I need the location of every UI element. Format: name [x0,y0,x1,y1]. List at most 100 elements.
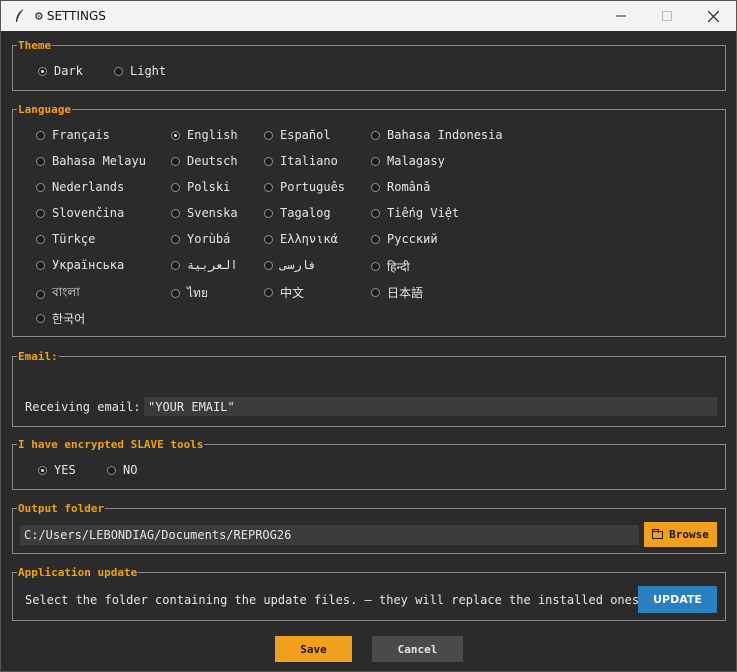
language-option[interactable]: Tiếng Việt [371,206,459,220]
slave-tools-option-yes[interactable]: YES [38,463,76,477]
radio-label: NO [123,463,138,477]
close-button[interactable] [690,1,736,31]
maximize-button[interactable] [644,1,690,31]
language-option[interactable]: Română [371,180,430,194]
radio-label: Română [387,180,431,194]
radio-selected-icon [171,130,180,140]
language-option[interactable]: Русский [371,232,438,246]
language-option[interactable]: Italiano [264,154,338,168]
update-legend: Application update [18,566,138,579]
window-title: SETTINGS [46,9,106,23]
minimize-button[interactable] [598,1,644,31]
language-option[interactable]: Bahasa Melayu [36,154,146,168]
language-option[interactable]: Ελληνικά [264,232,338,246]
radio-label: हिन्दी [387,260,410,274]
language-option[interactable]: Türkçe [36,232,95,246]
language-option[interactable]: العربية [171,258,238,272]
radio-icon [171,260,180,270]
language-option[interactable]: Español [264,128,331,142]
radio-label: Malagasy [387,154,445,168]
radio-icon [371,130,380,140]
language-option[interactable]: Slovenčina [36,206,124,220]
radio-icon [107,465,116,475]
language-option[interactable]: 中文 [264,284,304,301]
radio-icon [371,262,380,271]
cancel-button[interactable]: Cancel [372,636,463,662]
radio-selected-icon [38,66,47,76]
radio-label: Français [52,128,110,142]
browse-button[interactable]: Browse [644,522,717,547]
radio-label: ไทย [187,286,208,300]
language-option[interactable]: Bahasa Indonesia [371,128,503,142]
radio-label: Italiano [280,154,338,168]
radio-icon [264,208,273,218]
radio-icon [36,314,45,323]
language-option[interactable]: Polski [171,180,230,194]
radio-icon [36,182,45,192]
close-icon [707,10,719,22]
language-option[interactable]: English [171,128,238,142]
feather-icon [7,8,33,24]
radio-label: Dark [54,64,83,78]
radio-icon [264,182,273,192]
radio-label: 日本語 [387,286,424,300]
radio-label: Tiếng Việt [387,206,460,220]
radio-icon [264,260,273,270]
email-input[interactable]: "YOUR EMAIL" [144,397,717,416]
title-bar[interactable]: ⚙ SETTINGS [1,1,736,31]
maximize-icon [662,11,672,21]
radio-icon [371,156,380,166]
radio-label: Light [130,64,167,78]
radio-label: Bahasa Melayu [52,154,146,168]
language-option[interactable]: Deutsch [171,154,238,168]
language-option[interactable]: 한국어 [36,310,85,327]
email-legend: Email: [18,350,58,363]
radio-label: Svenska [187,206,238,220]
language-option[interactable]: Yorùbá [171,232,230,246]
radio-icon [371,208,380,218]
language-option[interactable]: Svenska [171,206,238,220]
radio-icon [36,289,45,299]
language-option[interactable]: Malagasy [371,154,445,168]
output-folder-input[interactable]: C:/Users/LEBONDIAG/Documents/REPROG26 [20,525,639,545]
radio-label: Slovenčina [52,206,125,220]
minimize-icon [616,15,626,17]
language-option[interactable]: 日本語 [371,284,423,301]
radio-label: Tagalog [280,206,331,220]
slave-tools-legend: I have encrypted SLAVE tools [18,438,204,451]
theme-option-dark[interactable]: Dark [38,64,83,78]
language-option[interactable]: فارسی [264,258,316,272]
radio-label: 中文 [280,286,305,300]
theme-option-light[interactable]: Light [114,64,166,78]
language-option[interactable]: Українська [36,258,124,272]
language-option[interactable]: বাংলা [36,284,80,304]
save-button[interactable]: Save [275,636,352,662]
radio-icon [371,288,380,297]
radio-label: Polski [187,180,231,194]
theme-legend: Theme [18,39,52,52]
radio-icon [36,260,45,270]
radio-icon [264,288,273,297]
radio-icon [264,234,273,244]
radio-icon [171,234,180,244]
radio-label: Español [280,128,331,142]
language-option[interactable]: Português [264,180,345,194]
settings-window: ⚙ SETTINGS Theme Dark Light Language Fra… [0,0,737,672]
radio-icon [114,66,123,76]
radio-label: বাংলা [52,285,80,299]
update-button[interactable]: UPDATE [638,586,717,613]
language-option[interactable]: हिन्दी [371,258,410,275]
language-option[interactable]: Tagalog [264,206,331,220]
radio-icon [264,156,273,166]
radio-label: Русский [387,232,438,246]
radio-label: 한국어 [52,312,86,326]
language-option[interactable]: ไทย [171,284,208,303]
browse-label: Browse [669,528,709,541]
language-option[interactable]: Nederlands [36,180,124,194]
radio-selected-icon [38,465,47,475]
slave-tools-option-no[interactable]: NO [107,463,137,477]
output-folder-legend: Output folder [18,502,105,515]
radio-icon [36,234,45,244]
radio-icon [171,156,180,166]
language-option[interactable]: Français [36,128,110,142]
